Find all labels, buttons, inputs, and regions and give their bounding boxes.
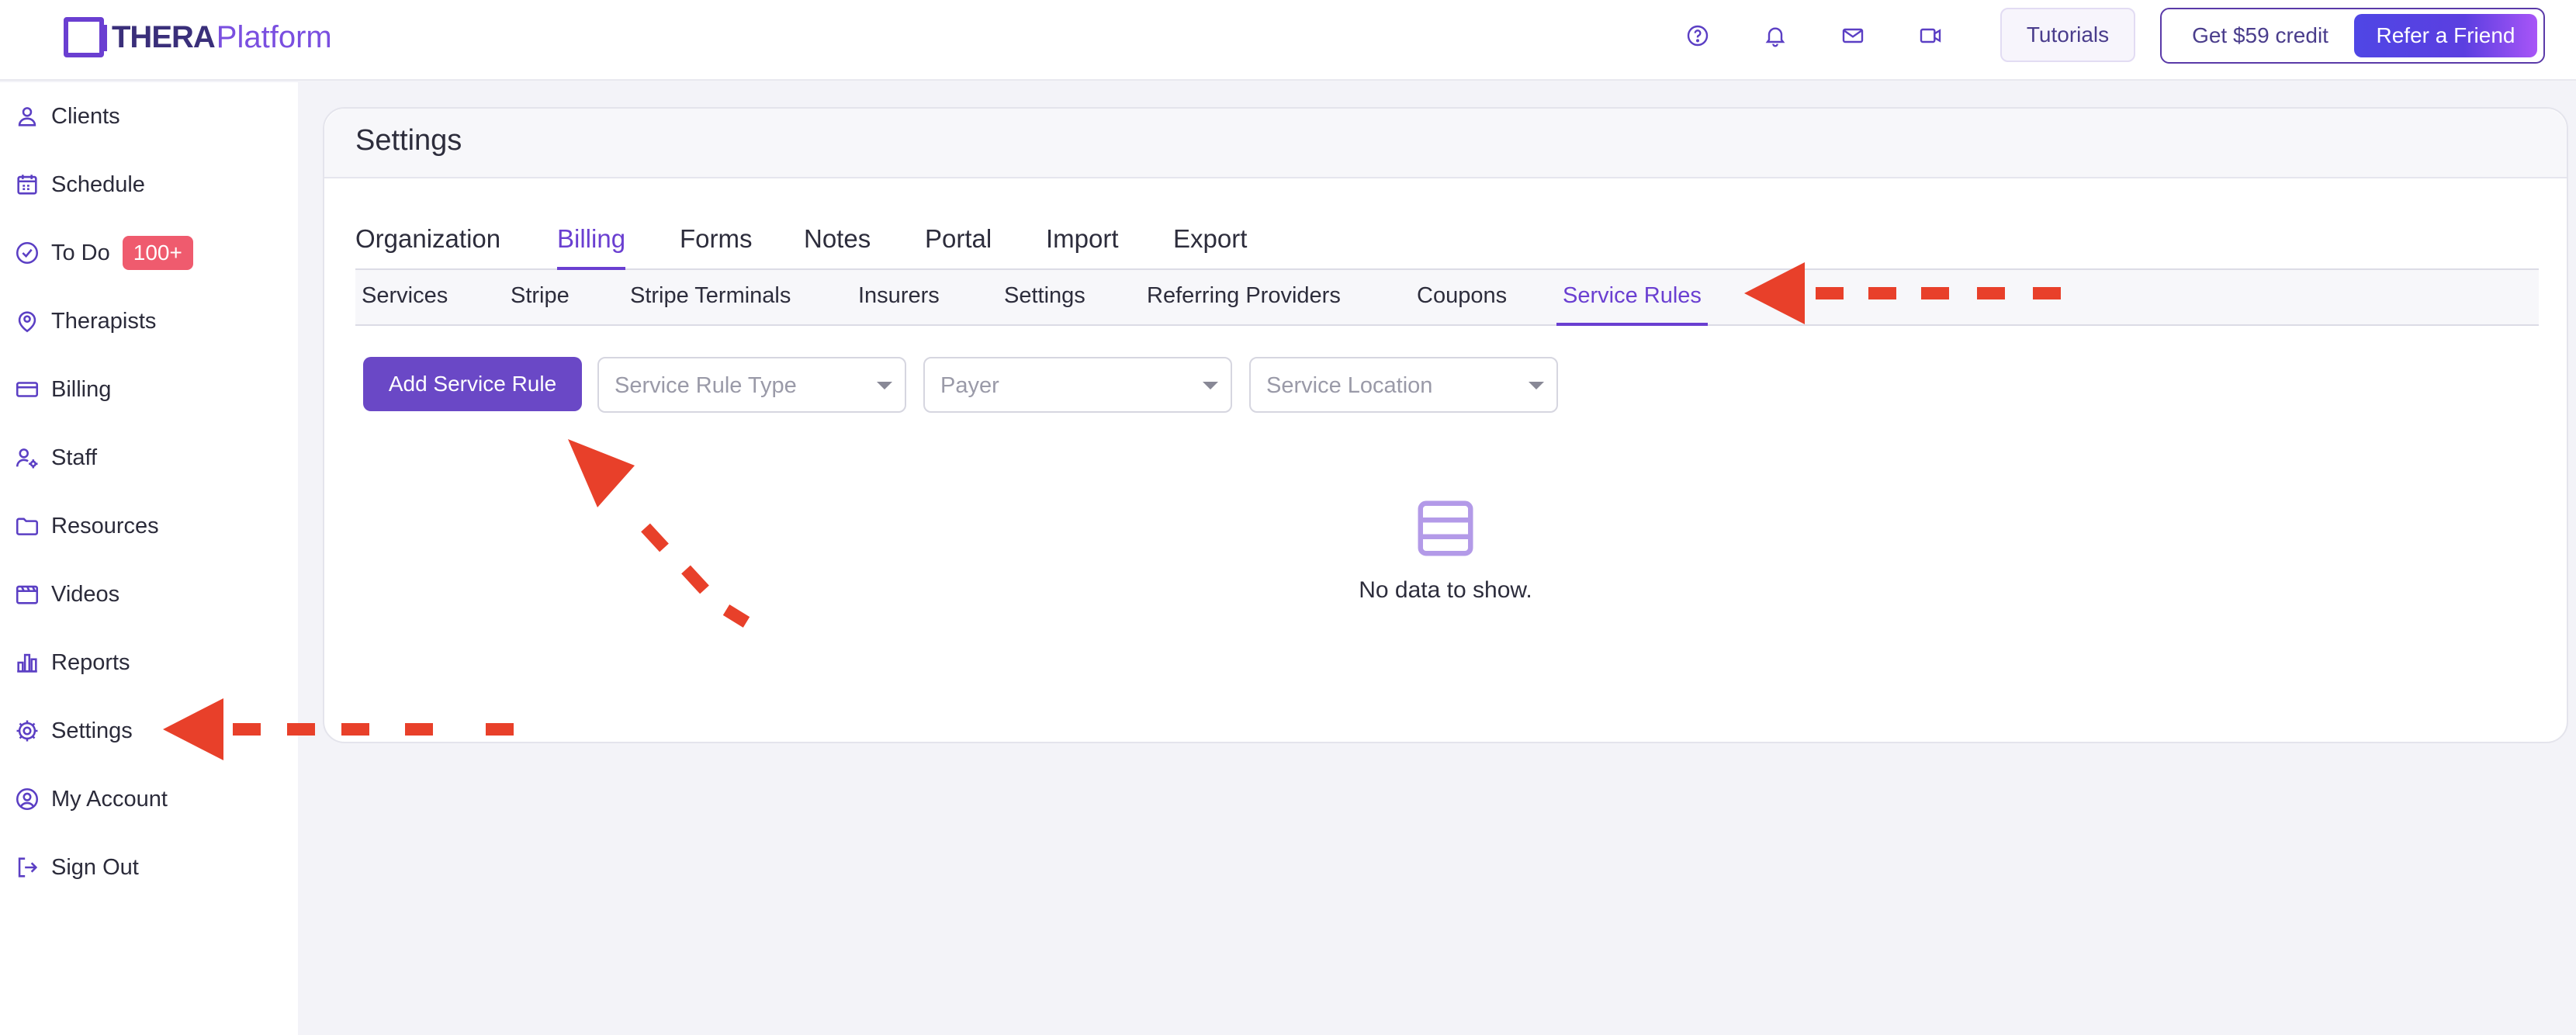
sidebar-item-label: Resources — [51, 513, 159, 538]
subtab-coupons[interactable]: Coupons — [1411, 270, 1513, 326]
get-credit-button[interactable]: Get $59 credit — [2162, 23, 2359, 48]
help-icon[interactable] — [1679, 17, 1716, 54]
sidebar-item-label: To Do — [51, 240, 110, 265]
chevron-down-icon — [1529, 382, 1544, 389]
sidebar-item-reports[interactable]: Reports — [14, 641, 130, 684]
theraplatform-logo[interactable]: THERA Platform — [64, 14, 332, 61]
refer-friend-button[interactable]: Refer a Friend — [2354, 14, 2537, 57]
card-header: Settings — [324, 109, 2567, 178]
sidebar-item-my-account[interactable]: My Account — [14, 777, 168, 821]
bell-icon[interactable] — [1757, 17, 1794, 54]
sidebar-item-clients[interactable]: Clients — [14, 95, 120, 138]
staff-icon — [16, 448, 38, 469]
sign-out-icon — [18, 857, 38, 878]
tab-export[interactable]: Export — [1173, 220, 1247, 270]
sidebar-item-label: Videos — [51, 581, 120, 607]
tab-import[interactable]: Import — [1046, 220, 1119, 270]
sidebar-item-settings[interactable]: Settings — [14, 709, 133, 753]
sidebar-item-label: Billing — [51, 376, 112, 402]
chevron-down-icon — [877, 382, 892, 389]
mail-icon[interactable] — [1834, 17, 1871, 54]
logo-text-bold: THERA — [112, 19, 216, 54]
tab-organization[interactable]: Organization — [355, 220, 500, 270]
sidebar-item-resources[interactable]: Resources — [14, 504, 159, 548]
sidebar-item-label: Clients — [51, 103, 120, 129]
sidebar-item-staff[interactable]: Staff — [14, 436, 97, 479]
top-bar: THERA Platform Tutorials Get $59 credit … — [0, 0, 2576, 81]
bar-chart-icon — [17, 653, 37, 673]
settings-tabs: Organization Billing Forms Notes Portal … — [355, 220, 2539, 270]
folder-icon — [16, 518, 39, 535]
sidebar-item-label: Reports — [51, 649, 130, 675]
page-title: Settings — [355, 124, 462, 157]
settings-card: Settings Organization Billing Forms Note… — [323, 107, 2568, 743]
check-circle-icon — [16, 241, 39, 265]
sidebar-item-todo[interactable]: To Do 100+ — [14, 231, 193, 275]
billing-subtabs: Services Stripe Stripe Terminals Insurer… — [355, 270, 2539, 326]
service-location-select[interactable]: Service Location — [1249, 357, 1558, 413]
tutorials-button[interactable]: Tutorials — [2000, 8, 2135, 62]
subtab-insurers[interactable]: Insurers — [852, 270, 946, 326]
select-placeholder: Payer — [940, 373, 999, 398]
tab-notes[interactable]: Notes — [804, 220, 871, 270]
sidebar-item-therapists[interactable]: Therapists — [14, 299, 156, 343]
chevron-down-icon — [1203, 382, 1218, 389]
sidebar-item-sign-out[interactable]: Sign Out — [14, 846, 139, 889]
select-placeholder: Service Location — [1266, 373, 1433, 398]
empty-table-icon — [1418, 500, 1473, 556]
calendar-icon — [17, 175, 37, 195]
account-circle-icon — [16, 788, 39, 811]
logo-mark — [64, 17, 107, 57]
todo-count-badge: 100+ — [122, 236, 193, 270]
payer-select[interactable]: Payer — [923, 357, 1232, 413]
add-service-rule-button[interactable]: Add Service Rule — [363, 357, 582, 411]
credit-referral-group: Get $59 credit Refer a Friend — [2160, 8, 2545, 64]
video-icon[interactable] — [1912, 17, 1949, 54]
sidebar-item-label: My Account — [51, 786, 168, 812]
subtab-service-rules[interactable]: Service Rules — [1556, 270, 1708, 326]
film-icon — [16, 585, 39, 604]
sidebar-item-label: Staff — [51, 445, 98, 470]
sidebar-item-label: Therapists — [51, 308, 157, 334]
sidebar-item-schedule[interactable]: Schedule — [14, 163, 145, 206]
tab-forms[interactable]: Forms — [680, 220, 753, 270]
sidebar-item-billing[interactable]: Billing — [14, 368, 111, 411]
therapist-icon — [18, 311, 36, 333]
select-placeholder: Service Rule Type — [615, 373, 797, 398]
sidebar-item-videos[interactable]: Videos — [14, 573, 119, 616]
sidebar-item-label: Settings — [51, 718, 133, 743]
subtab-stripe[interactable]: Stripe — [504, 270, 576, 326]
credit-card-icon — [16, 382, 39, 397]
sidebar: Clients Schedule To Do 100+ Therapists B… — [0, 82, 298, 1035]
gear-icon — [16, 720, 38, 742]
subtab-services[interactable]: Services — [355, 270, 454, 326]
empty-state-message: No data to show. — [1359, 577, 1532, 603]
tab-portal[interactable]: Portal — [925, 220, 992, 270]
sidebar-item-label: Schedule — [51, 171, 145, 197]
tab-billing[interactable]: Billing — [557, 220, 626, 270]
subtab-stripe-terminals[interactable]: Stripe Terminals — [624, 270, 797, 326]
sidebar-item-label: Sign Out — [51, 854, 139, 880]
service-rule-type-select[interactable]: Service Rule Type — [597, 357, 906, 413]
logo-text-light: Platform — [216, 19, 332, 54]
person-icon — [18, 107, 36, 126]
subtab-settings[interactable]: Settings — [998, 270, 1092, 326]
subtab-referring-providers[interactable]: Referring Providers — [1141, 270, 1347, 326]
